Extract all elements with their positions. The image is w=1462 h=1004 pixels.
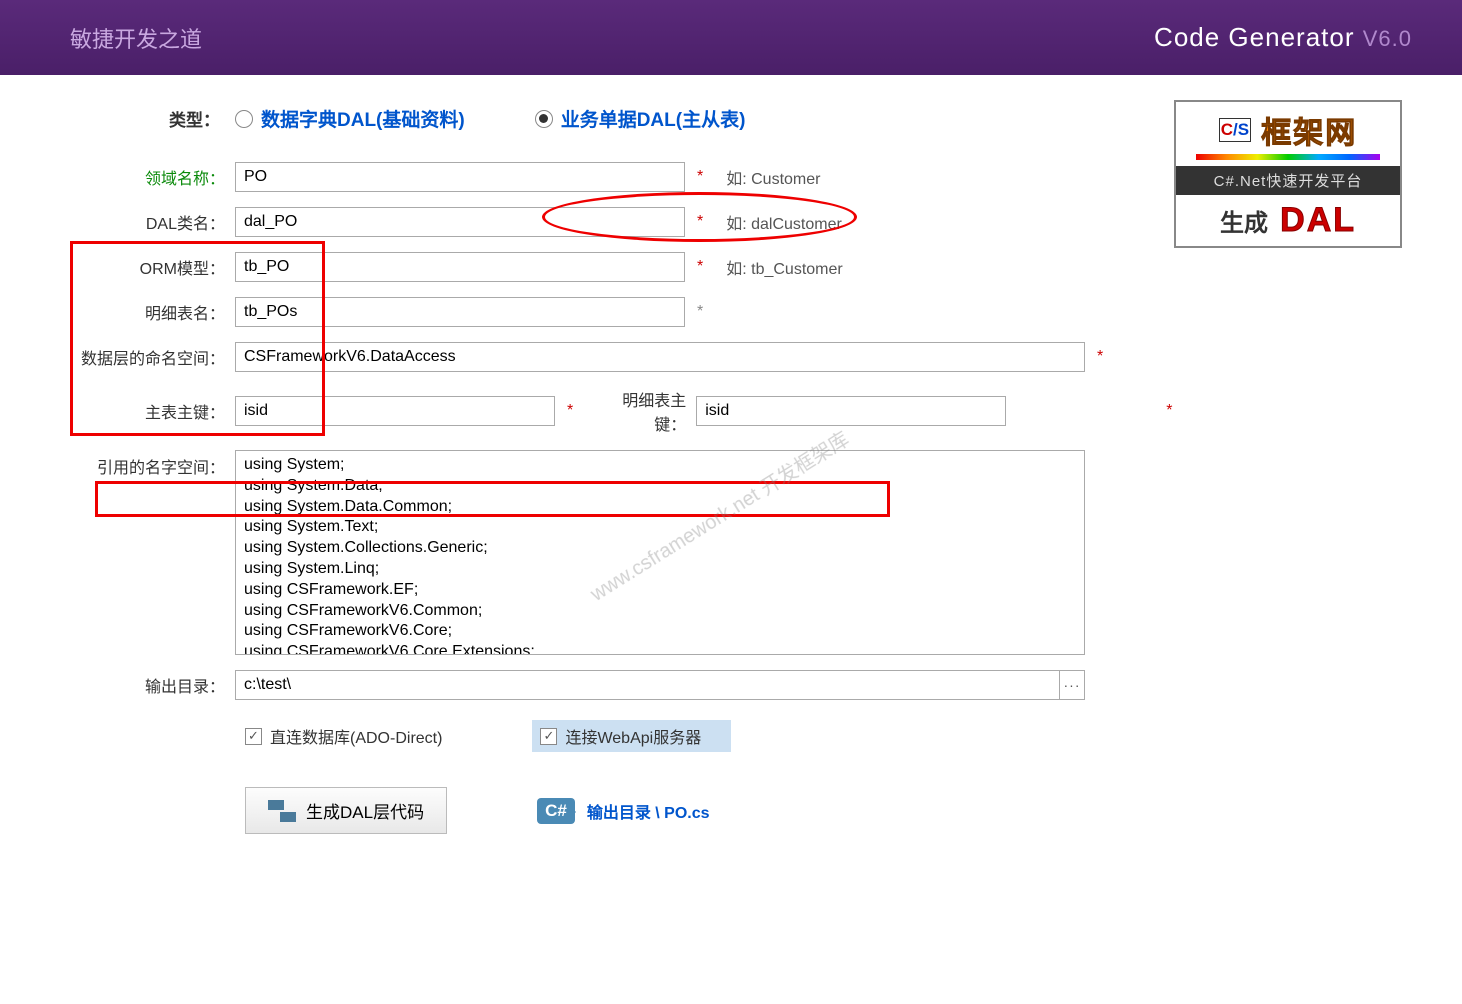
- detail-table-input[interactable]: [235, 297, 685, 327]
- output-dir-label: 输出目录：: [40, 673, 235, 697]
- orm-model-hint: 如: tb_Customer: [726, 255, 843, 279]
- logo-subtitle: C#.Net快速开发平台: [1176, 166, 1400, 195]
- master-key-input[interactable]: [235, 396, 555, 426]
- radio-data-dict-dal[interactable]: 数据字典DAL(基础资料): [235, 105, 465, 132]
- orm-model-label: ORM模型：: [40, 255, 235, 279]
- output-file-link[interactable]: 输出目录 \ PO.cs: [587, 799, 710, 823]
- generate-dal-button[interactable]: 生成DAL层代码: [245, 787, 447, 834]
- logo-generate-label: 生成: [1220, 210, 1268, 237]
- checkbox-icon: ✓: [245, 728, 262, 745]
- detail-key-label: 明细表主键：: [591, 387, 696, 435]
- detail-table-label: 明细表名：: [40, 300, 235, 324]
- detail-key-input[interactable]: [696, 396, 1006, 426]
- orm-model-input[interactable]: [235, 252, 685, 282]
- dal-class-hint: 如: dalCustomer: [726, 210, 842, 234]
- logo-cs-badge: C/S: [1219, 118, 1251, 142]
- namespace-label: 数据层的命名空间：: [40, 345, 235, 369]
- required-marker: *: [697, 168, 703, 186]
- checkbox-ado-direct[interactable]: ✓ 直连数据库(ADO-Direct): [245, 724, 442, 748]
- generate-icon: [268, 800, 296, 822]
- dal-class-input[interactable]: [235, 207, 685, 237]
- logo-framework-text: 框架网: [1261, 117, 1357, 150]
- output-dir-input[interactable]: [235, 670, 1060, 700]
- domain-hint: 如: Customer: [726, 165, 820, 189]
- required-marker: *: [697, 258, 703, 276]
- rainbow-divider-icon: [1196, 154, 1380, 160]
- domain-name-label: 领域名称：: [40, 165, 235, 189]
- usings-label: 引用的名字空间：: [40, 450, 235, 478]
- domain-name-input[interactable]: [235, 162, 685, 192]
- csharp-badge-icon: C#: [537, 798, 575, 824]
- checkbox-icon: ✓: [540, 728, 557, 745]
- radio-icon: [235, 110, 253, 128]
- master-key-label: 主表主键：: [40, 399, 235, 423]
- radio-business-dal[interactable]: 业务单据DAL(主从表): [535, 105, 746, 132]
- optional-marker: *: [697, 303, 703, 321]
- required-marker: *: [1097, 348, 1103, 366]
- brand-logo-panel: C/S 框架网 C#.Net快速开发平台 生成 DAL: [1174, 100, 1402, 248]
- radio-icon-selected: [535, 110, 553, 128]
- dal-class-label: DAL类名：: [40, 210, 235, 234]
- header-slogan: 敏捷开发之道: [70, 22, 202, 54]
- type-label: 类型：: [40, 106, 235, 131]
- namespace-input[interactable]: [235, 342, 1085, 372]
- header-title: Code Generator V6.0: [1154, 22, 1412, 53]
- usings-textarea[interactable]: [235, 450, 1085, 655]
- logo-dal-label: DAL: [1280, 201, 1356, 239]
- browse-button[interactable]: ···: [1060, 670, 1085, 700]
- required-marker: *: [567, 402, 573, 420]
- required-marker: *: [1166, 402, 1172, 420]
- checkbox-webapi[interactable]: ✓ 连接WebApi服务器: [532, 720, 731, 752]
- app-header: 敏捷开发之道 Code Generator V6.0: [0, 0, 1462, 75]
- required-marker: *: [697, 213, 703, 231]
